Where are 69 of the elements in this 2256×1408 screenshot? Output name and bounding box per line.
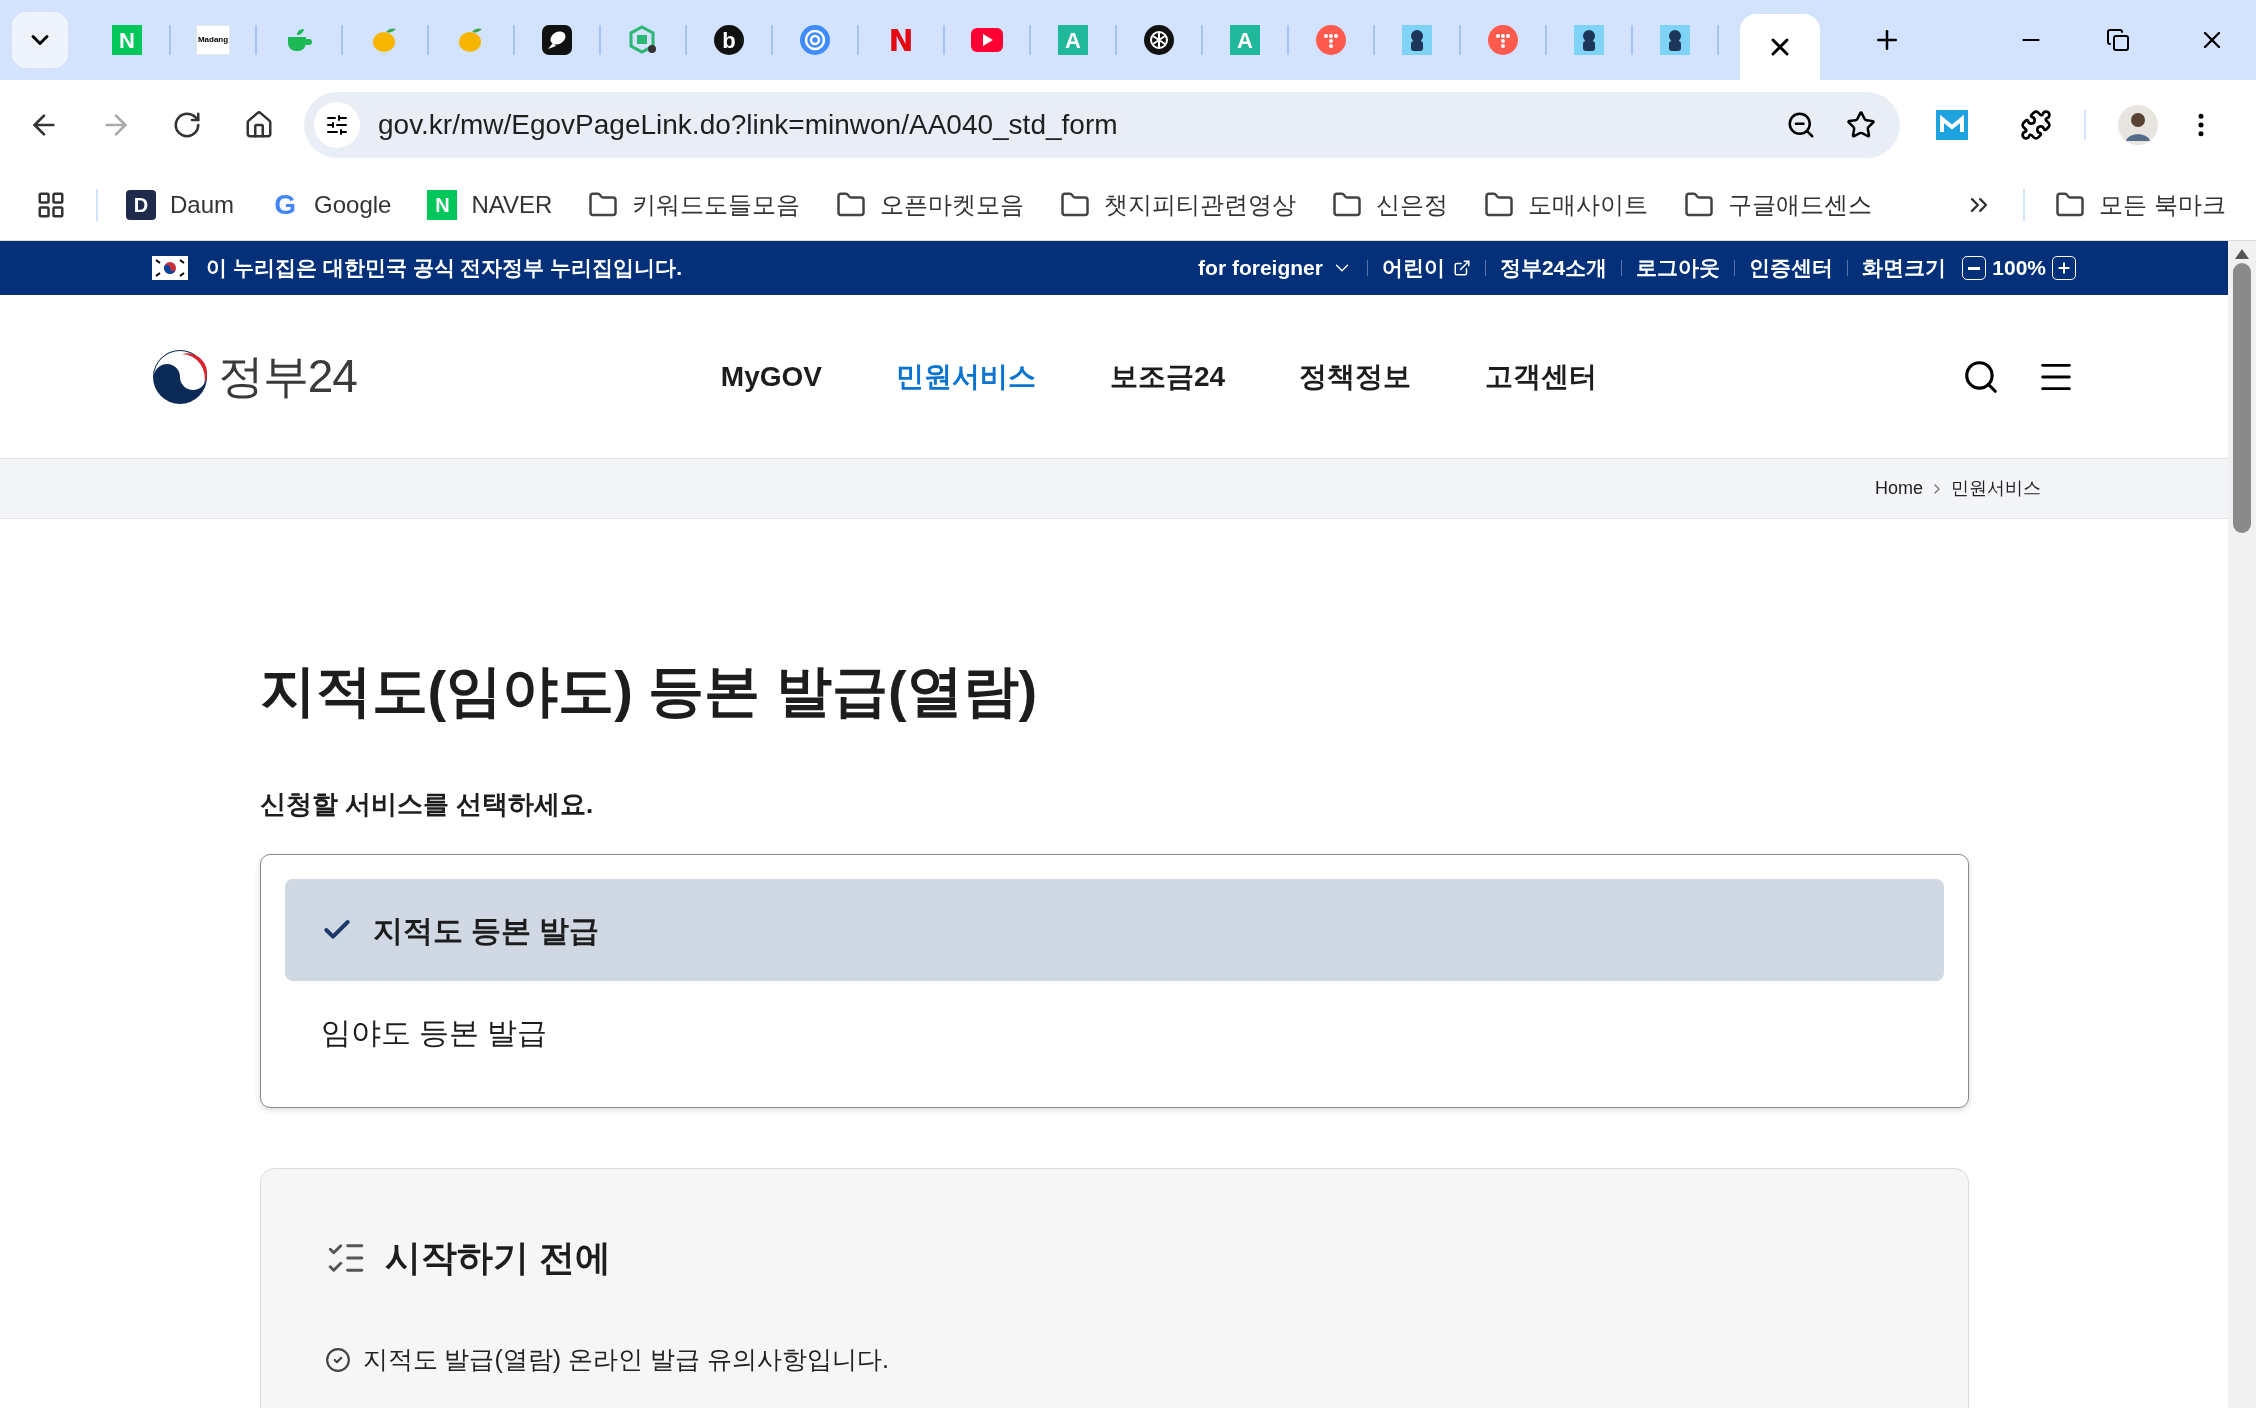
- notice-item: 지적도 발급(열람) 온라인 발급 유의사항입니다.: [362, 1344, 889, 1375]
- bookmark-item[interactable]: 도매사이트: [1476, 187, 1657, 223]
- extensions-icon[interactable]: [2020, 109, 2052, 141]
- scrollbar-thumb[interactable]: [2233, 263, 2251, 533]
- google-icon: G: [270, 190, 301, 220]
- page-title: 지적도(임야도) 등본 발급(열람): [259, 658, 1039, 724]
- banner-text: 이 누리집은 대한민국 공식 전자정부 누리집입니다.: [206, 255, 682, 282]
- utility-link[interactable]: 인증센터: [1749, 252, 1834, 284]
- scroll-up-arrow-icon[interactable]: [2235, 249, 2249, 259]
- naver-icon: N: [427, 190, 458, 220]
- site-settings-icon[interactable]: [314, 102, 360, 148]
- nav-link[interactable]: 보조금24: [1110, 355, 1226, 398]
- tab-favicon: Madang: [196, 25, 230, 55]
- notice-title: 시작하기 전에: [384, 1236, 611, 1280]
- daum-icon: D: [126, 190, 156, 220]
- bookmark-item[interactable]: G Google: [262, 187, 400, 223]
- active-tab[interactable]: [1740, 14, 1820, 80]
- address-bar[interactable]: gov.kr/mw/EgovPageLink.do?link=minwon/AA040_std_form: [304, 92, 1900, 158]
- utility-link[interactable]: for foreigner: [1198, 252, 1353, 284]
- scrollbar[interactable]: [2228, 241, 2256, 1408]
- external-link-icon: [1452, 259, 1471, 277]
- breadcrumb-link[interactable]: 민원서비스: [1951, 475, 2041, 502]
- zoom-in-button[interactable]: [2052, 256, 2076, 280]
- tab-favicon: N: [887, 25, 915, 55]
- zoom-icon[interactable]: [1786, 110, 1816, 140]
- zoom-label: 화면크기: [1862, 255, 1947, 282]
- browser-tab[interactable]: Madang: [176, 12, 250, 68]
- utility-link[interactable]: 어린이: [1381, 252, 1471, 284]
- nav-link[interactable]: 고객센터: [1485, 355, 1598, 398]
- service-prompt: 신청할 서비스를 선택하세요.: [259, 788, 595, 821]
- bookmark-item[interactable]: 키워드도들모음: [580, 187, 809, 223]
- service-option[interactable]: 임야도 등본 발급: [284, 981, 1944, 1083]
- home-icon[interactable]: [244, 110, 274, 140]
- utility-link[interactable]: 로그아웃: [1636, 252, 1721, 284]
- extension-icon[interactable]: [1936, 110, 1968, 140]
- taeguk-logo-icon: [152, 348, 208, 405]
- nav-link[interactable]: MyGOV: [720, 355, 822, 398]
- url-text: gov.kr/mw/EgovPageLink.do?link=minwon/AA040_std_form: [378, 108, 1119, 142]
- tab-favicon: A: [1230, 25, 1260, 55]
- bookmark-item[interactable]: 모든 북마크: [2055, 187, 2226, 223]
- breadcrumb-link[interactable]: Home: [1875, 475, 1923, 502]
- service-option[interactable]: 지적도 등본 발급: [284, 879, 1944, 981]
- nav-link[interactable]: 민원서비스: [896, 355, 1036, 398]
- bookmark-item[interactable]: 신은정: [1324, 187, 1457, 223]
- nav-link[interactable]: 정책정보: [1299, 355, 1412, 398]
- bookmark-item[interactable]: 오픈마켓모음: [828, 187, 1033, 223]
- restore-icon[interactable]: [2106, 28, 2130, 52]
- circle-check-icon: [324, 1346, 351, 1373]
- tab-favicon: A: [1058, 25, 1088, 55]
- bookmark-item[interactable]: D Daum: [118, 187, 243, 223]
- bookmark-item[interactable]: N NAVER: [419, 187, 561, 223]
- plus-icon: [2056, 260, 2072, 276]
- avatar[interactable]: [2118, 105, 2158, 145]
- zoom-out-button[interactable]: [1962, 256, 1987, 280]
- tab-favicon: b: [714, 25, 744, 55]
- utility-link[interactable]: 정부24소개: [1499, 252, 1608, 284]
- zoom-value: 100%: [1992, 255, 2046, 282]
- minus-icon: [1968, 266, 1981, 270]
- reload-icon[interactable]: [172, 110, 202, 140]
- bookmark-star-icon[interactable]: [1846, 110, 1876, 140]
- tab-search-button[interactable]: [12, 12, 68, 68]
- tab-favicon: N: [112, 25, 142, 55]
- flag-icon: [152, 256, 188, 280]
- bookmark-item[interactable]: 구글애드센스: [1676, 187, 1881, 223]
- site-logo-text[interactable]: 정부24: [218, 342, 357, 411]
- browser-tab[interactable]: N: [864, 12, 938, 68]
- bookmark-item[interactable]: 챗지피티관련영상: [1052, 187, 1305, 223]
- browser-tab[interactable]: b: [692, 12, 766, 68]
- apps-icon[interactable]: [36, 190, 66, 220]
